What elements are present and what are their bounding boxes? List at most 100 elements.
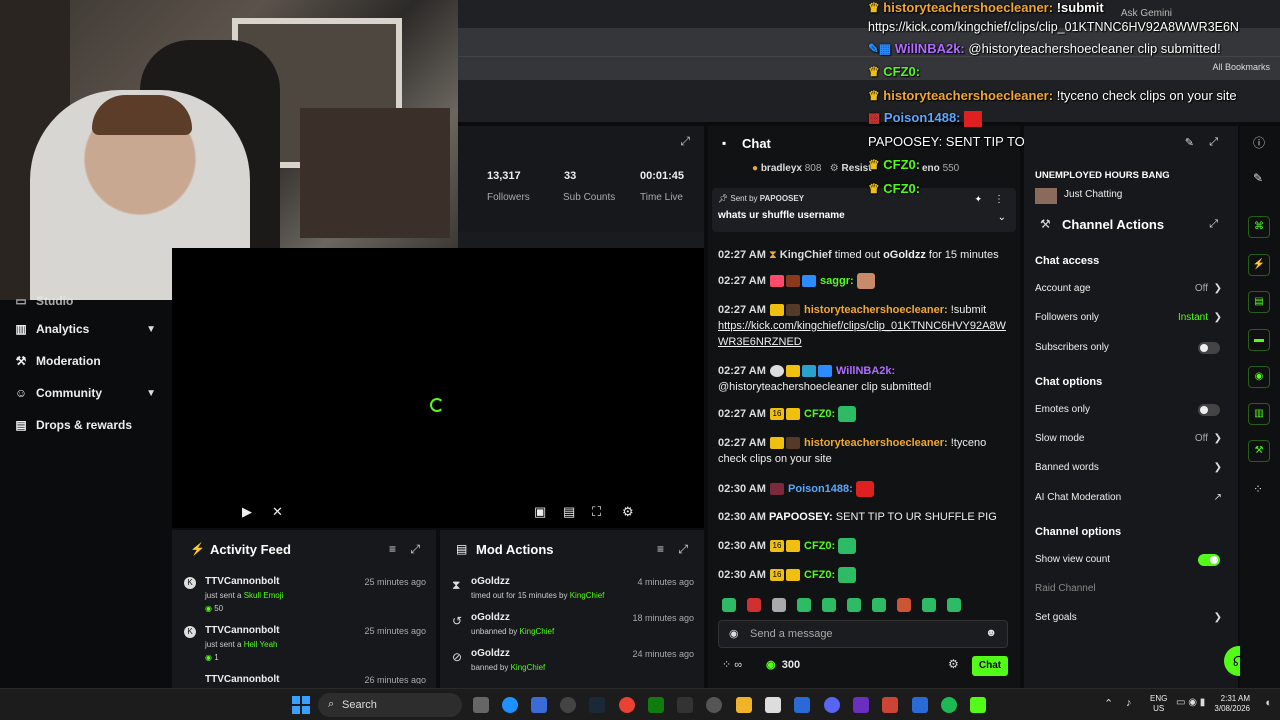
- lightning-icon[interactable]: ⚡: [1248, 254, 1270, 276]
- sidebar-item-moderation[interactable]: ⚒ Moderation: [14, 354, 101, 368]
- taskbar-search[interactable]: ⌕ Search: [318, 693, 462, 717]
- emote-button[interactable]: [797, 598, 811, 612]
- external-link-icon[interactable]: ↗: [1214, 492, 1222, 503]
- chevron-down-icon[interactable]: ▼: [146, 388, 156, 399]
- sent-by-user[interactable]: PAPOOSEY: [760, 194, 804, 203]
- pinned-message[interactable]: 📌︎ Sent by PAPOOSEY whats ur shuffle use…: [712, 188, 1016, 232]
- stream-category[interactable]: Just Chatting: [1064, 189, 1122, 200]
- emote-button[interactable]: [897, 598, 911, 612]
- expand-icon[interactable]: ⤢: [410, 542, 420, 557]
- setting-label[interactable]: Raid Channel: [1035, 583, 1096, 594]
- sidebar-item-analytics[interactable]: ▥ Analytics: [14, 322, 89, 336]
- chevron-right-icon[interactable]: ❯: [1214, 433, 1222, 444]
- chat-input[interactable]: ◉ Send a message ☻: [718, 620, 1008, 648]
- chevron-down-icon[interactable]: ⌄: [998, 212, 1006, 223]
- expand-icon[interactable]: ⤢: [678, 542, 688, 557]
- chat-send-button[interactable]: Chat: [972, 656, 1008, 676]
- user-name[interactable]: oGoldzz: [471, 612, 510, 623]
- app-icon[interactable]: [794, 697, 810, 713]
- chevron-right-icon[interactable]: ❯: [1214, 612, 1222, 623]
- pin-toggle-icon[interactable]: ✦: [974, 194, 982, 205]
- chat-user[interactable]: KingChief: [780, 249, 832, 261]
- moderator-name[interactable]: KingChief: [570, 591, 605, 600]
- emotes-only-toggle[interactable]: [1198, 404, 1220, 416]
- user-name[interactable]: oGoldzz: [471, 648, 510, 659]
- chrome-icon[interactable]: [619, 697, 635, 713]
- settings-gear-icon[interactable]: ⚙: [622, 504, 634, 520]
- broadcast-icon[interactable]: ◉: [1248, 366, 1270, 388]
- windows-start-icon[interactable]: [292, 696, 310, 714]
- chat-bubble-icon[interactable]: ▬: [1248, 329, 1270, 351]
- chat-user[interactable]: historyteachershoecleaner:: [804, 437, 948, 449]
- edit-icon[interactable]: ✎: [1253, 171, 1263, 185]
- user-name[interactable]: TTVCannonbolt: [205, 674, 279, 684]
- all-bookmarks-button[interactable]: All Bookmarks: [1212, 62, 1270, 72]
- user-name[interactable]: TTVCannonbolt: [205, 625, 279, 636]
- chat-user[interactable]: PAPOOSEY:: [769, 511, 833, 523]
- filter-icon[interactable]: ≡: [657, 542, 664, 556]
- emote-button[interactable]: [847, 598, 861, 612]
- rail-button-icon[interactable]: ⌘: [1248, 216, 1270, 238]
- network-icon[interactable]: ▭ ◉ ▮: [1176, 697, 1205, 708]
- chat-user[interactable]: historyteachershoecleaner:: [804, 304, 948, 316]
- app-icon[interactable]: [882, 697, 898, 713]
- smiley-icon[interactable]: ☻: [985, 627, 997, 639]
- gifter-name[interactable]: eno: [922, 163, 940, 174]
- app-icon[interactable]: [531, 697, 547, 713]
- document-icon[interactable]: ▤: [1248, 291, 1270, 313]
- chat-user[interactable]: Poison1488:: [788, 483, 853, 495]
- chevron-right-icon[interactable]: ❯: [1214, 312, 1222, 323]
- theater-icon[interactable]: ▤: [563, 504, 575, 520]
- emote-button[interactable]: [722, 598, 736, 612]
- edge-icon[interactable]: [502, 697, 518, 713]
- app-icon[interactable]: [677, 697, 693, 713]
- setting-label[interactable]: Slow mode: [1035, 433, 1084, 444]
- layout-icon[interactable]: ▥: [1248, 403, 1270, 425]
- user-name[interactable]: TTVCannonbolt: [205, 576, 279, 587]
- setting-label[interactable]: Followers only: [1035, 312, 1099, 323]
- sidebar-item-drops[interactable]: ▤ Drops & rewards: [14, 418, 132, 432]
- store-icon[interactable]: [765, 697, 781, 713]
- expand-icon[interactable]: ⤢: [1209, 218, 1218, 231]
- sidebar-item-community[interactable]: ☺ Community: [14, 386, 102, 400]
- infinity-icon[interactable]: ⁘ ∞: [722, 658, 742, 671]
- wrench-icon[interactable]: ⚒: [1248, 440, 1270, 462]
- filter-icon[interactable]: ≡: [389, 542, 396, 556]
- app-icon[interactable]: [853, 697, 869, 713]
- emote-button[interactable]: [947, 598, 961, 612]
- spotify-icon[interactable]: [941, 697, 957, 713]
- settings-gear-icon[interactable]: [706, 697, 722, 713]
- app-icon[interactable]: [560, 697, 576, 713]
- chat-link[interactable]: https://kick.com/kingchief/clips/clip_01…: [718, 320, 1006, 348]
- chat-user[interactable]: CFZ0:: [804, 540, 835, 552]
- settings-gear-icon[interactable]: ⚙: [948, 657, 959, 671]
- setting-label[interactable]: Set goals: [1035, 612, 1077, 623]
- emote-button[interactable]: [822, 598, 836, 612]
- chevron-right-icon[interactable]: ❯: [1214, 283, 1222, 294]
- setting-label[interactable]: Account age: [1035, 283, 1091, 294]
- chat-user[interactable]: CFZ0:: [804, 569, 835, 581]
- sidebar-item-studio[interactable]: ▭ Studio: [14, 294, 73, 308]
- moderator-name[interactable]: KingChief: [520, 627, 555, 636]
- clock[interactable]: 2:31 AM 3/08/2026: [1214, 694, 1250, 714]
- expand-icon[interactable]: ⤢: [680, 134, 690, 149]
- show-view-count-toggle[interactable]: [1198, 554, 1220, 566]
- steam-icon[interactable]: [589, 697, 605, 713]
- chat-user[interactable]: oGoldzz: [883, 249, 926, 261]
- ask-gemini-button[interactable]: Ask Gemini: [1121, 8, 1172, 19]
- mute-icon[interactable]: ✕: [272, 504, 283, 520]
- chevron-down-icon[interactable]: ▼: [146, 324, 156, 335]
- emoji-icon[interactable]: ◉: [729, 627, 739, 640]
- info-icon[interactable]: ⓘ: [1253, 134, 1265, 151]
- language-indicator[interactable]: ENG US: [1150, 694, 1167, 714]
- discord-icon[interactable]: [824, 697, 840, 713]
- chat-user[interactable]: CFZ0:: [804, 408, 835, 420]
- more-icon[interactable]: ⋮: [994, 194, 1004, 205]
- emote-button[interactable]: [872, 598, 886, 612]
- notification-icon[interactable]: ◐: [1265, 697, 1272, 709]
- chevron-up-icon[interactable]: ⌃: [1104, 697, 1113, 710]
- emote-button[interactable]: [747, 598, 761, 612]
- chat-user[interactable]: saggr:: [820, 275, 854, 287]
- setting-label[interactable]: Banned words: [1035, 462, 1099, 473]
- pip-icon[interactable]: ▣: [534, 504, 546, 520]
